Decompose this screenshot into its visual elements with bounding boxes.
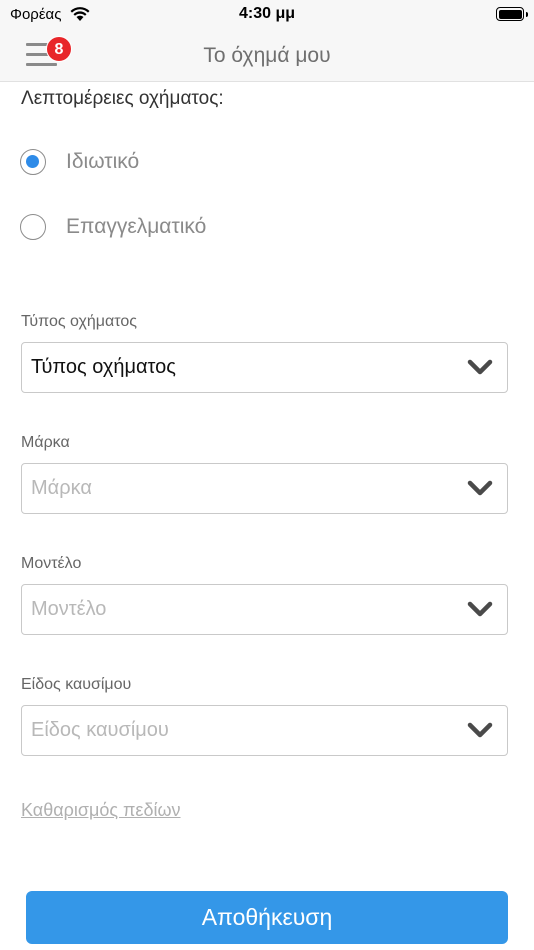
status-bar: Φορέας 4:30 μμ <box>0 0 534 30</box>
chevron-down-icon <box>467 359 493 375</box>
radio-unselected-icon[interactable] <box>20 214 46 240</box>
battery-icon <box>496 7 528 21</box>
section-title: Λεπτομέρειες οχήματος: <box>21 88 224 109</box>
brand-label: Μάρκα <box>21 434 70 451</box>
model-label: Μοντέλο <box>21 555 82 572</box>
save-button[interactable]: Αποθήκευση <box>26 891 508 944</box>
chevron-down-icon <box>467 722 493 738</box>
clock: 4:30 μμ <box>238 5 296 22</box>
fuel-type-label: Είδος καυσίμου <box>21 676 132 693</box>
radio-label: Επαγγελματικό <box>66 215 207 238</box>
chevron-down-icon <box>467 601 493 617</box>
vehicle-type-label: Τύπος οχήματος <box>21 313 137 330</box>
clear-fields-link[interactable]: Καθαρισμός πεδίων <box>21 800 181 821</box>
model-placeholder: Μοντέλο <box>31 598 107 620</box>
chevron-down-icon <box>467 480 493 496</box>
nav-bar: 8 Το όχημά μου <box>0 30 534 82</box>
brand-placeholder: Μάρκα <box>31 477 92 499</box>
radio-label: Ιδιωτικό <box>66 150 140 173</box>
model-select[interactable]: Μοντέλο <box>21 584 508 635</box>
page-title: Το όχημά μου <box>203 44 331 67</box>
fuel-type-placeholder: Είδος καυσίμου <box>31 719 169 741</box>
vehicle-type-select[interactable]: Τύπος οχήματος <box>21 342 508 393</box>
radio-private[interactable]: Ιδιωτικό <box>20 149 139 175</box>
brand-select[interactable]: Μάρκα <box>21 463 508 514</box>
fuel-type-select[interactable]: Είδος καυσίμου <box>21 705 508 756</box>
radio-professional[interactable]: Επαγγελματικό <box>20 214 206 240</box>
vehicle-type-value: Τύπος οχήματος <box>31 356 176 378</box>
radio-selected-icon[interactable] <box>20 149 46 175</box>
